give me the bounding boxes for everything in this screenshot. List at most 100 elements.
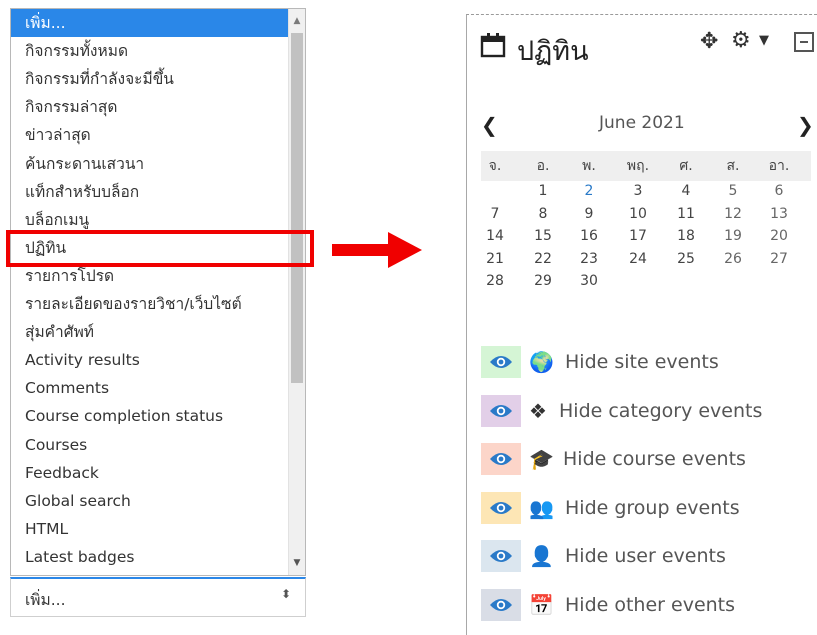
day-cell: 17 xyxy=(629,228,647,244)
event-filter-label: Hide group events xyxy=(565,496,740,519)
block-type-options: เพิ่ม... กิจกรรมทั้งหมด กิจกรรมที่กำลังจะม… xyxy=(11,9,288,575)
collapse-icon[interactable] xyxy=(794,32,814,52)
chevron-down-icon[interactable]: ▼ xyxy=(759,33,769,48)
block-option[interactable]: สุ่มคำศัพท์ xyxy=(11,318,288,346)
block-type-listbox[interactable]: เพิ่ม... กิจกรรมทั้งหมด กิจกรรมที่กำลังจะม… xyxy=(10,8,306,576)
cubes-icon: ❖ xyxy=(529,398,547,423)
event-color-swatch xyxy=(481,540,521,572)
gear-icon[interactable]: ⚙ xyxy=(731,28,751,53)
day-cell: 10 xyxy=(629,205,647,222)
block-option[interactable]: Activity results xyxy=(11,346,288,374)
day-cell: 28 xyxy=(486,273,504,289)
calendar-icon xyxy=(480,33,506,58)
block-option[interactable]: กิจกรรมล่าสุด xyxy=(11,93,288,121)
weekday-label: ส. xyxy=(726,158,740,174)
day-cell: 21 xyxy=(486,250,504,267)
weekday-label: อา. xyxy=(768,158,790,174)
day-cell: 4 xyxy=(681,183,691,199)
day-cell: 19 xyxy=(724,228,742,244)
calendar-grid-icon: 📅 xyxy=(529,592,554,617)
eye-icon xyxy=(490,550,512,562)
block-option[interactable]: Feedback xyxy=(11,459,288,487)
listbox-scrollbar[interactable]: ▲ ▼ xyxy=(288,9,305,575)
day-cell[interactable]: 2 xyxy=(573,183,605,199)
block-option[interactable]: Global search xyxy=(11,487,288,515)
move-icon[interactable]: ✥ xyxy=(700,29,718,54)
day-cell: 27 xyxy=(770,250,788,267)
calendar-block: ปฏิทิน ✥ ⚙ ▼ ❮ June 2021 ❯ จ. อ. พ. พฤ. ศ. ส.… xyxy=(466,14,817,635)
block-option[interactable]: Comments xyxy=(11,374,288,402)
day-cell: 25 xyxy=(677,250,695,267)
block-option[interactable]: Course completion status xyxy=(11,402,288,430)
day-cell: 22 xyxy=(534,250,552,267)
block-option[interactable]: กิจกรรมทั้งหมด xyxy=(11,37,288,65)
day-cell: 1 xyxy=(538,183,548,199)
day-cell: 8 xyxy=(538,205,548,222)
current-month: June 2021 xyxy=(599,113,685,133)
day-cell: 5 xyxy=(728,183,738,199)
red-arrow-icon xyxy=(332,232,422,268)
weekday-label: อ. xyxy=(536,158,550,174)
block-option[interactable]: ค้นกระดานเสวนา xyxy=(11,150,288,178)
day-cell: 14 xyxy=(486,228,504,244)
day-cell: 6 xyxy=(774,183,784,199)
select-arrows-icon: ⬍ xyxy=(280,587,291,601)
next-month-arrow[interactable]: ❯ xyxy=(797,113,814,137)
day-cell: 13 xyxy=(770,205,788,222)
event-filter-label: Hide user events xyxy=(565,545,726,567)
user-icon: 👤 xyxy=(529,544,554,568)
day-cell: 24 xyxy=(629,250,647,267)
scroll-down-arrow-icon[interactable]: ▼ xyxy=(289,554,305,572)
eye-icon xyxy=(490,404,512,417)
event-filter-label: Hide category events xyxy=(559,399,763,422)
scroll-up-arrow-icon[interactable]: ▲ xyxy=(289,12,305,30)
weekday-label: ศ. xyxy=(679,158,693,174)
event-filter-label: Hide course events xyxy=(563,448,746,470)
day-cell: 23 xyxy=(580,250,598,267)
globe-icon: 🌍 xyxy=(529,350,554,374)
event-color-swatch xyxy=(481,588,521,621)
block-option[interactable]: เพิ่ม... xyxy=(11,9,288,37)
block-option[interactable]: HTML xyxy=(11,515,288,543)
block-option[interactable]: กิจกรรมที่กำลังจะมีขึ้น xyxy=(11,65,288,93)
block-title: ปฏิทิน xyxy=(517,36,589,67)
add-block-select[interactable]: เพิ่ม... ⬍ xyxy=(10,577,306,617)
day-cell: 20 xyxy=(770,228,788,244)
day-cell: 16 xyxy=(580,228,598,244)
eye-icon xyxy=(490,598,512,611)
event-filter-label: Hide site events xyxy=(565,351,719,373)
highlight-box xyxy=(6,230,314,267)
add-block-select-value: เพิ่ม... xyxy=(25,591,66,609)
day-cell: 18 xyxy=(677,228,695,244)
eye-icon xyxy=(490,356,512,368)
event-color-swatch xyxy=(481,443,521,475)
weekday-header: จ. อ. พ. พฤ. ศ. ส. อา. xyxy=(481,151,811,181)
event-filter-label: Hide other events xyxy=(565,593,736,616)
day-cell: 12 xyxy=(724,205,742,222)
day-cell: 3 xyxy=(633,183,643,199)
day-cell: 30 xyxy=(580,273,598,289)
graduation-cap-icon: 🎓 xyxy=(529,447,554,471)
scrollbar-thumb[interactable] xyxy=(291,33,303,383)
event-color-swatch xyxy=(481,491,521,524)
day-cell: 26 xyxy=(724,250,742,267)
event-color-swatch xyxy=(481,394,521,427)
users-icon: 👥 xyxy=(529,495,554,520)
day-cell: 29 xyxy=(534,273,552,289)
eye-icon xyxy=(490,501,512,514)
weekday-label: พ. xyxy=(582,158,596,174)
block-option[interactable]: รายละเอียดของรายวิชา/เว็บไซต์ xyxy=(11,290,288,318)
prev-month-arrow[interactable]: ❮ xyxy=(481,113,498,137)
block-option[interactable]: ข่าวล่าสุด xyxy=(11,121,288,149)
day-cell: 15 xyxy=(534,228,552,244)
day-cell: 7 xyxy=(490,205,500,222)
block-option[interactable]: Latest badges xyxy=(11,543,288,571)
block-option[interactable]: แท็กสำหรับบล็อก xyxy=(11,178,288,206)
event-color-swatch xyxy=(481,346,521,378)
block-option[interactable]: Courses xyxy=(11,431,288,459)
day-cell: 9 xyxy=(584,205,594,222)
eye-icon xyxy=(490,453,512,465)
weekday-label: จ. xyxy=(488,158,502,174)
weekday-label: พฤ. xyxy=(626,158,650,174)
day-cell: 11 xyxy=(677,205,695,222)
